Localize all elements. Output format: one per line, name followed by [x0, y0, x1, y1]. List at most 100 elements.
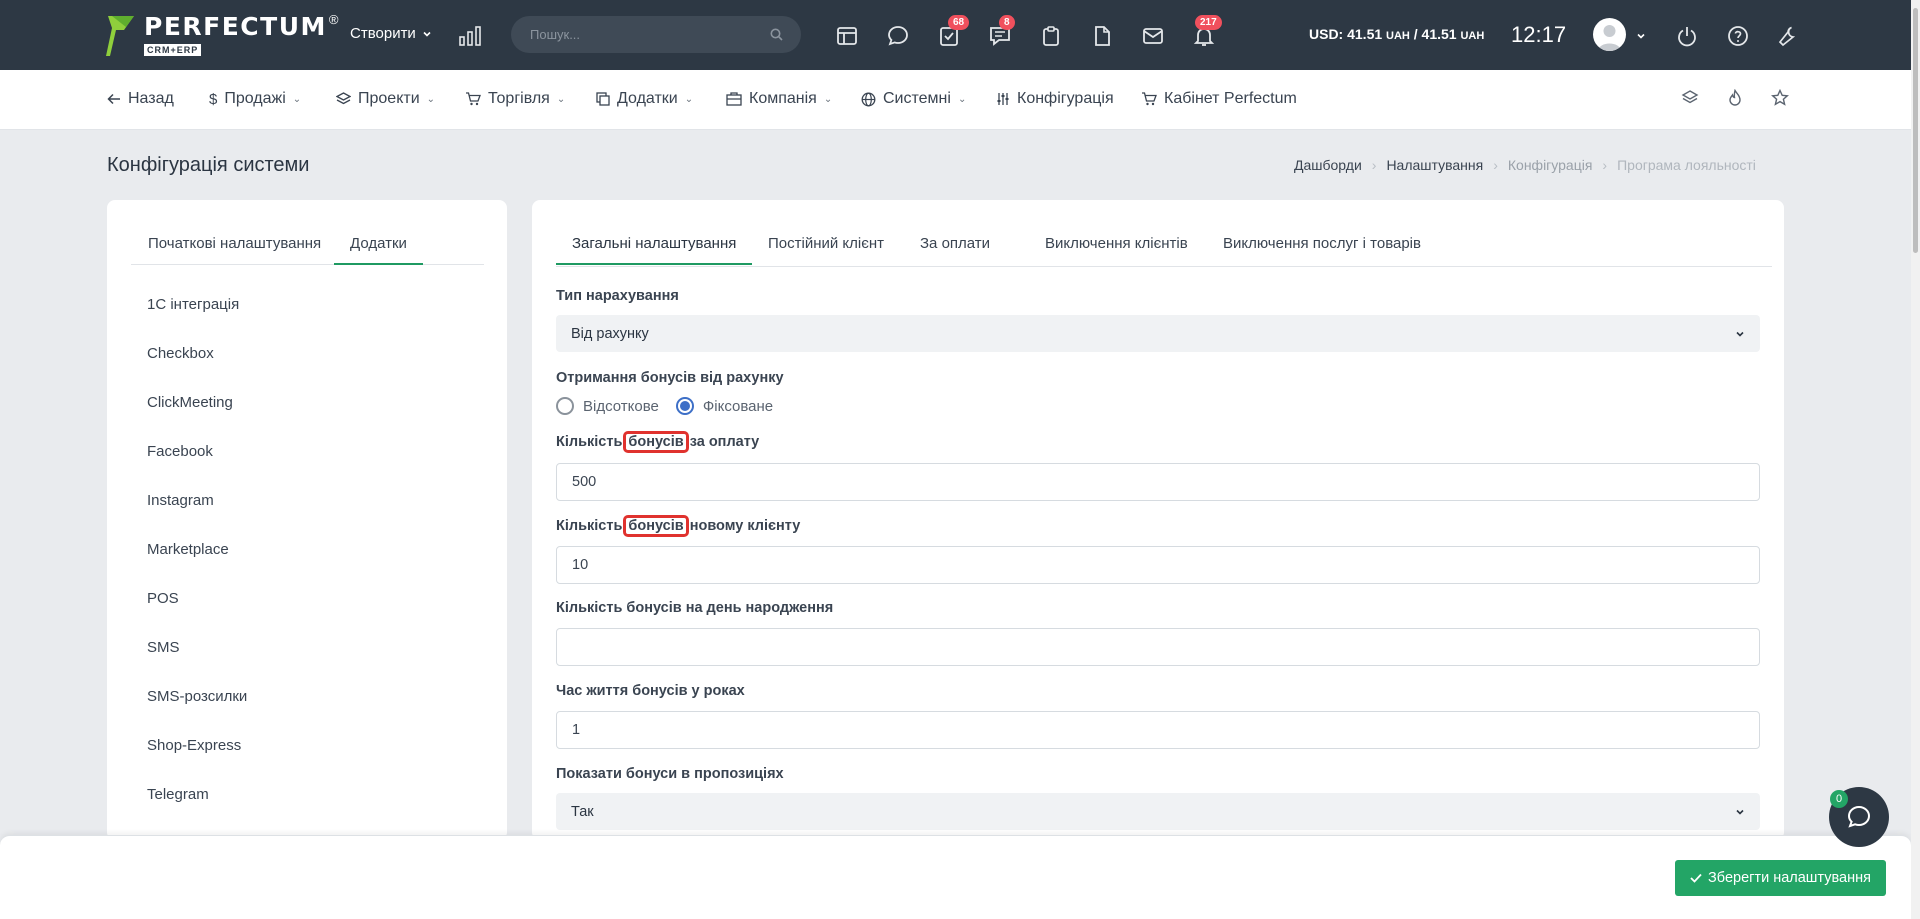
table-icon[interactable]	[835, 24, 859, 48]
nav-config-label: Конфігурація	[1017, 90, 1114, 107]
accrual-type-label: Тип нарахування	[556, 288, 679, 304]
breadcrumb-item[interactable]: Дашборди	[1294, 157, 1362, 173]
scrollbar-thumb[interactable]	[1913, 8, 1918, 253]
breadcrumb-separator: ›	[1371, 157, 1377, 173]
sidebar-item-instagram[interactable]: Instagram	[147, 492, 247, 541]
nav-back[interactable]: Назад	[107, 90, 174, 108]
document-icon[interactable]	[1090, 24, 1114, 48]
radio-fixed[interactable]	[675, 397, 694, 415]
chat-icon[interactable]	[886, 24, 910, 48]
sidebar-item-checkbox[interactable]: Checkbox	[147, 345, 247, 394]
radio-percent-label[interactable]: Відсоткове	[583, 398, 659, 415]
cart-icon	[1142, 92, 1157, 106]
nav-cabinet[interactable]: Кабінет Perfectum	[1141, 90, 1297, 108]
messages-button[interactable]: 8	[988, 15, 1015, 48]
chevron-down-icon: ⌄	[823, 93, 833, 105]
search-box[interactable]	[511, 16, 801, 53]
tasks-button[interactable]: 68	[937, 15, 970, 48]
wrench-icon[interactable]	[1777, 24, 1801, 48]
tab-payments[interactable]: За оплати	[920, 235, 990, 252]
nav-system-label: Системні	[883, 90, 951, 107]
radio-percent[interactable]	[556, 397, 574, 415]
new-client-bonus-input[interactable]: 10	[556, 546, 1760, 584]
power-icon[interactable]	[1675, 24, 1699, 48]
nav-addons[interactable]: Додатки ⌄	[596, 90, 693, 108]
nav-addons-label: Додатки	[617, 90, 678, 107]
breadcrumb-item[interactable]: Налаштування	[1386, 157, 1483, 173]
nav-cabinet-label: Кабінет Perfectum	[1164, 90, 1297, 107]
fire-icon[interactable]	[1726, 89, 1744, 107]
logo-registered: ®	[328, 12, 339, 27]
mail-icon[interactable]	[1141, 24, 1165, 48]
create-label: Створити	[350, 25, 416, 42]
sidebar-item-sms-mailing[interactable]: SMS-розсилки	[147, 688, 247, 737]
bonus-lifetime-value: 1	[572, 722, 581, 738]
tab-initial-settings[interactable]: Початкові налаштування	[148, 235, 321, 252]
perfectum-logo[interactable]: PERFECTUM CRM+ERP ®	[106, 12, 339, 58]
label-text: за оплату	[685, 434, 760, 450]
notifications-button[interactable]: 217	[1192, 15, 1222, 48]
settings-sidebar: Початкові налаштування Додатки 1С інтегр…	[107, 200, 507, 840]
search-icon[interactable]	[770, 28, 783, 41]
breadcrumb-separator: ›	[1493, 157, 1498, 173]
payment-bonus-input[interactable]: 500	[556, 463, 1760, 501]
accrual-type-select[interactable]: Від рахунку	[556, 315, 1760, 352]
chevron-down-icon[interactable]	[1636, 31, 1646, 41]
globe-icon	[861, 92, 876, 106]
currency-rate: USD: 41.51 UAH / 41.51 UAH	[1309, 26, 1484, 42]
check-icon	[1690, 873, 1702, 883]
breadcrumb-separator: ›	[1602, 157, 1608, 173]
bar-chart-icon[interactable]	[459, 26, 481, 46]
avatar[interactable]	[1593, 18, 1626, 51]
loyalty-settings-panel: Загальні налаштування Постійний клієнт З…	[532, 200, 1784, 840]
copy-icon	[596, 92, 610, 106]
clock: 12:17	[1511, 22, 1567, 47]
tab-product-exclusions[interactable]: Виключення послуг і товарів	[1223, 235, 1421, 252]
nav-system[interactable]: Системні ⌄	[861, 90, 966, 108]
radio-fixed-label[interactable]: Фіксоване	[703, 398, 773, 415]
new-client-bonus-value: 10	[572, 557, 589, 573]
sidebar-item-marketplace[interactable]: Marketplace	[147, 541, 247, 590]
breadcrumb-item: Програма лояльності	[1617, 157, 1756, 173]
receive-bonus-label: Отримання бонусів від рахунку	[556, 370, 784, 386]
help-icon[interactable]	[1726, 24, 1750, 48]
nav-trade-label: Торгівля	[488, 90, 550, 107]
save-settings-label: Зберегти налаштування	[1708, 870, 1871, 886]
nav-projects[interactable]: Проекти ⌄	[336, 90, 435, 108]
chevron-down-icon: ⌄	[957, 93, 967, 105]
chat-badge: 0	[1830, 790, 1848, 808]
tab-addons[interactable]: Додатки	[334, 235, 423, 265]
sidebar-item-facebook[interactable]: Facebook	[147, 443, 247, 492]
notifications-badge: 217	[1195, 15, 1222, 30]
birthday-bonus-input[interactable]	[556, 628, 1760, 666]
search-input[interactable]	[530, 27, 770, 42]
layers-icon[interactable]	[1681, 89, 1699, 107]
tab-regular-client[interactable]: Постійний клієнт	[768, 235, 884, 252]
sidebar-item-1c[interactable]: 1С інтеграція	[147, 296, 247, 345]
nav-config[interactable]: Конфігурація	[996, 90, 1114, 108]
sidebar-item-sms[interactable]: SMS	[147, 639, 247, 688]
sliders-icon	[997, 93, 1009, 105]
sidebar-item-telegram[interactable]: Telegram	[147, 786, 247, 835]
star-icon[interactable]	[1771, 89, 1789, 107]
sidebar-item-clickmeeting[interactable]: ClickMeeting	[147, 394, 247, 443]
footer-bar: Зберегти налаштування	[0, 835, 1911, 919]
nav-trade[interactable]: Торгівля ⌄	[465, 90, 565, 108]
create-button[interactable]: Створити	[350, 25, 432, 42]
chevron-down-icon: ⌄	[556, 93, 566, 105]
sidebar-item-shop-express[interactable]: Shop-Express	[147, 737, 247, 786]
tab-general[interactable]: Загальні налаштування	[556, 235, 753, 265]
top-bar: PERFECTUM CRM+ERP ® Створити 68 8 217 US…	[0, 0, 1911, 70]
page-scrollbar[interactable]	[1911, 0, 1920, 919]
sidebar-tabs: Початкові налаштування Додатки	[131, 235, 484, 265]
nav-company[interactable]: Компанія ⌄	[726, 90, 832, 108]
loyalty-tabs: Загальні налаштування Постійний клієнт З…	[556, 235, 1772, 267]
bonus-lifetime-input[interactable]: 1	[556, 711, 1760, 749]
nav-sales[interactable]: $ Продажі ⌄	[209, 90, 301, 108]
save-settings-button[interactable]: Зберегти налаштування	[1675, 860, 1886, 896]
show-bonus-select[interactable]: Так	[556, 793, 1760, 830]
tab-client-exclusions[interactable]: Виключення клієнтів	[1045, 235, 1188, 252]
sidebar-item-pos[interactable]: POS	[147, 590, 247, 639]
breadcrumb-item[interactable]: Конфігурація	[1508, 157, 1593, 173]
clipboard-icon[interactable]	[1039, 24, 1063, 48]
